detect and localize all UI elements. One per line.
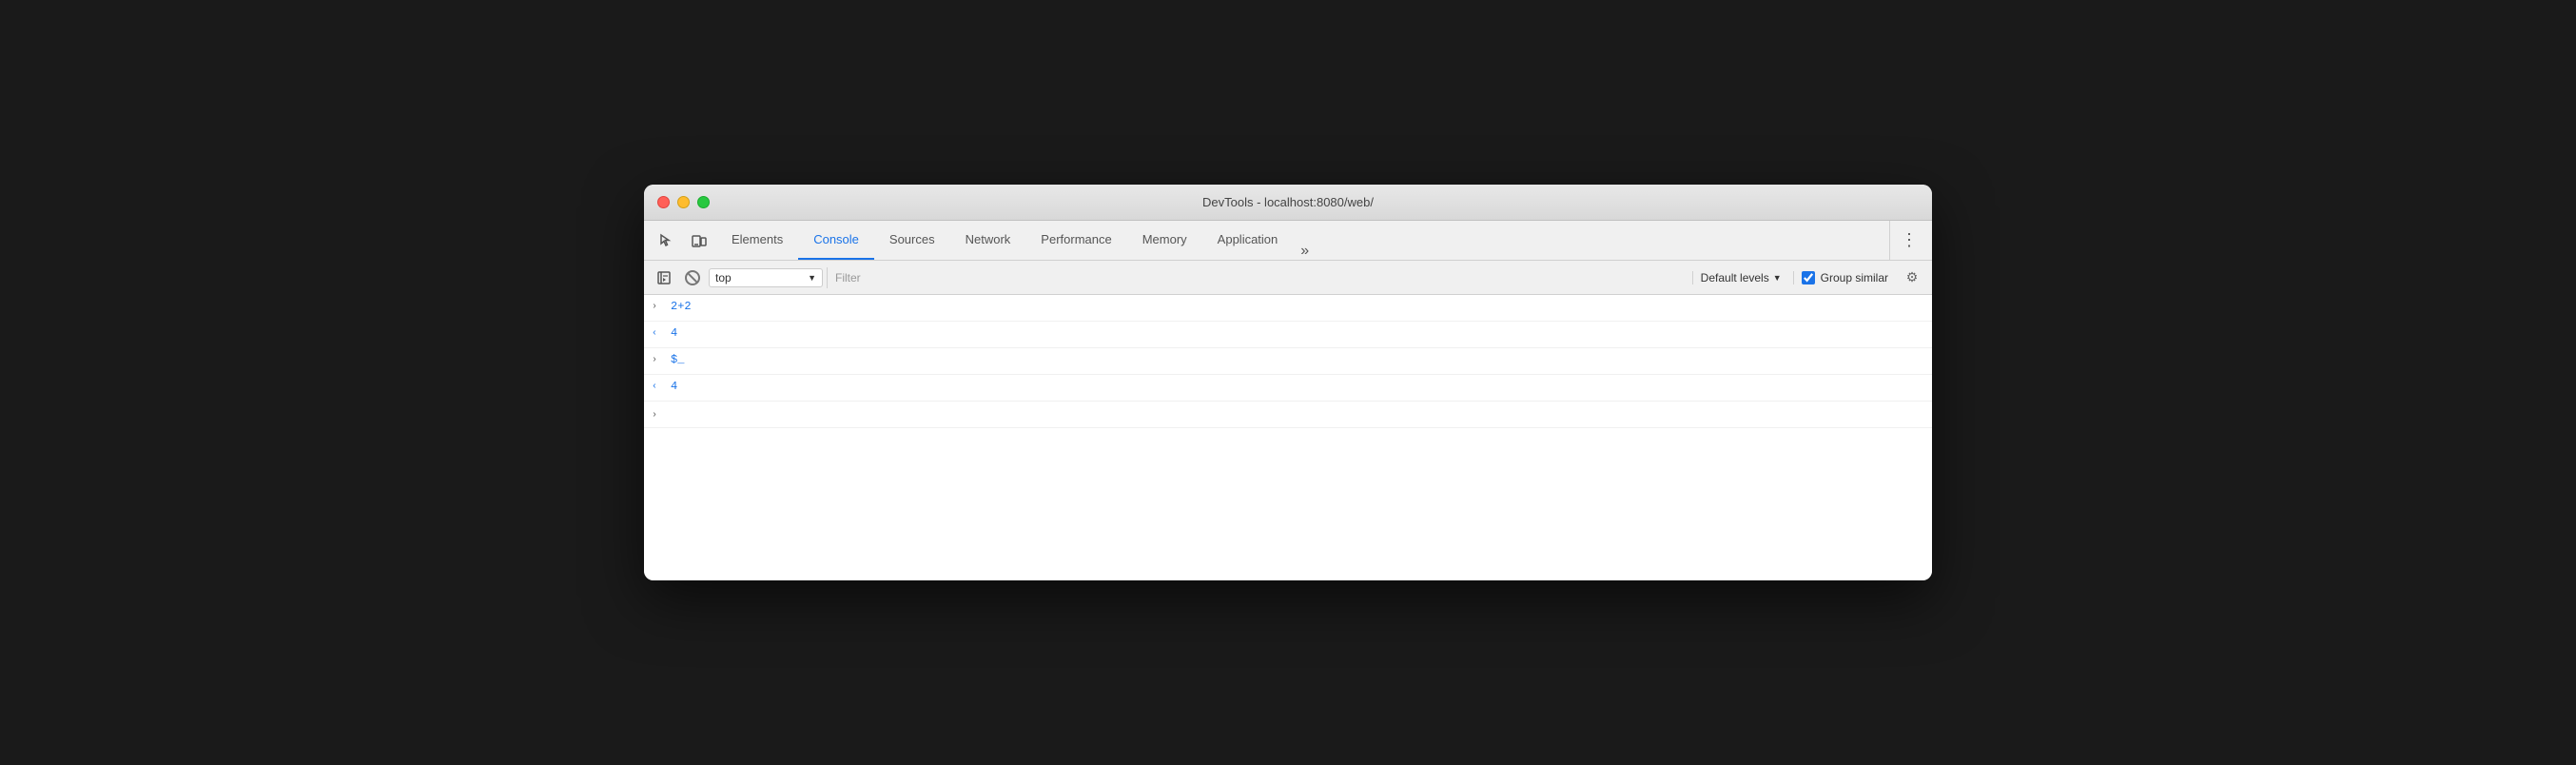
default-levels-selector[interactable]: Default levels ▼ [1692, 271, 1789, 284]
console-toolbar: top ▼ Default levels ▼ Group similar ⚙ [644, 261, 1932, 295]
console-input-line-2: › $_ [644, 348, 1932, 375]
chevron-right-icon: › [652, 300, 667, 312]
inspect-element-button[interactable] [652, 226, 682, 256]
more-options-button[interactable]: ⋮ [1894, 226, 1924, 256]
device-icon [692, 233, 707, 248]
group-similar-container: Group similar [1793, 271, 1896, 284]
console-output-line-1: ‹ 4 [644, 322, 1932, 348]
more-tabs-button[interactable]: » [1293, 243, 1317, 260]
prompt-chevron-icon: › [652, 408, 667, 421]
console-settings-button[interactable]: ⚙ [1900, 265, 1924, 290]
context-dropdown-arrow: ▼ [808, 273, 816, 283]
window-title: DevTools - localhost:8080/web/ [1202, 195, 1374, 209]
no-entry-icon [685, 270, 700, 285]
main-toolbar: Elements Console Sources Network Perform… [644, 221, 1932, 261]
cursor-icon [659, 233, 674, 248]
tab-console[interactable]: Console [798, 220, 874, 260]
console-prompt-line[interactable]: › [644, 402, 1932, 428]
console-input-text-1: 2+2 [671, 300, 692, 313]
clear-console-button[interactable] [680, 265, 705, 290]
console-output-line-2: ‹ 4 [644, 375, 1932, 402]
chevron-left-icon: ‹ [652, 326, 667, 339]
tab-memory[interactable]: Memory [1127, 220, 1202, 260]
device-toolbar-button[interactable] [684, 226, 714, 256]
right-toolbar: ⋮ [1885, 221, 1924, 261]
chevron-left-icon-2: ‹ [652, 380, 667, 392]
console-input[interactable] [671, 408, 1924, 422]
console-output-text-1: 4 [671, 326, 677, 340]
traffic-lights [657, 196, 710, 208]
minimize-button[interactable] [677, 196, 690, 208]
console-input-text-2: $_ [671, 353, 684, 366]
filter-input[interactable] [827, 267, 1688, 288]
tab-sources[interactable]: Sources [874, 220, 950, 260]
titlebar: DevTools - localhost:8080/web/ [644, 185, 1932, 221]
maximize-button[interactable] [697, 196, 710, 208]
sidebar-icon [657, 271, 671, 284]
tab-network[interactable]: Network [950, 220, 1026, 260]
tab-performance[interactable]: Performance [1025, 220, 1126, 260]
chevron-right-icon-2: › [652, 353, 667, 365]
console-output: › 2+2 ‹ 4 › $_ ‹ 4 › [644, 295, 1932, 580]
tab-elements[interactable]: Elements [716, 220, 798, 260]
context-selector[interactable]: top ▼ [709, 268, 823, 287]
levels-dropdown-arrow: ▼ [1773, 273, 1782, 283]
tab-application[interactable]: Application [1202, 220, 1294, 260]
tab-bar: Elements Console Sources Network Perform… [716, 221, 1883, 260]
show-console-sidebar-button[interactable] [652, 265, 676, 290]
group-similar-checkbox[interactable] [1802, 271, 1815, 284]
devtools-window: DevTools - localhost:8080/web/ Elements … [644, 185, 1932, 580]
close-button[interactable] [657, 196, 670, 208]
console-output-text-2: 4 [671, 380, 677, 393]
toolbar-divider [1889, 221, 1890, 261]
console-input-line-1: › 2+2 [644, 295, 1932, 322]
